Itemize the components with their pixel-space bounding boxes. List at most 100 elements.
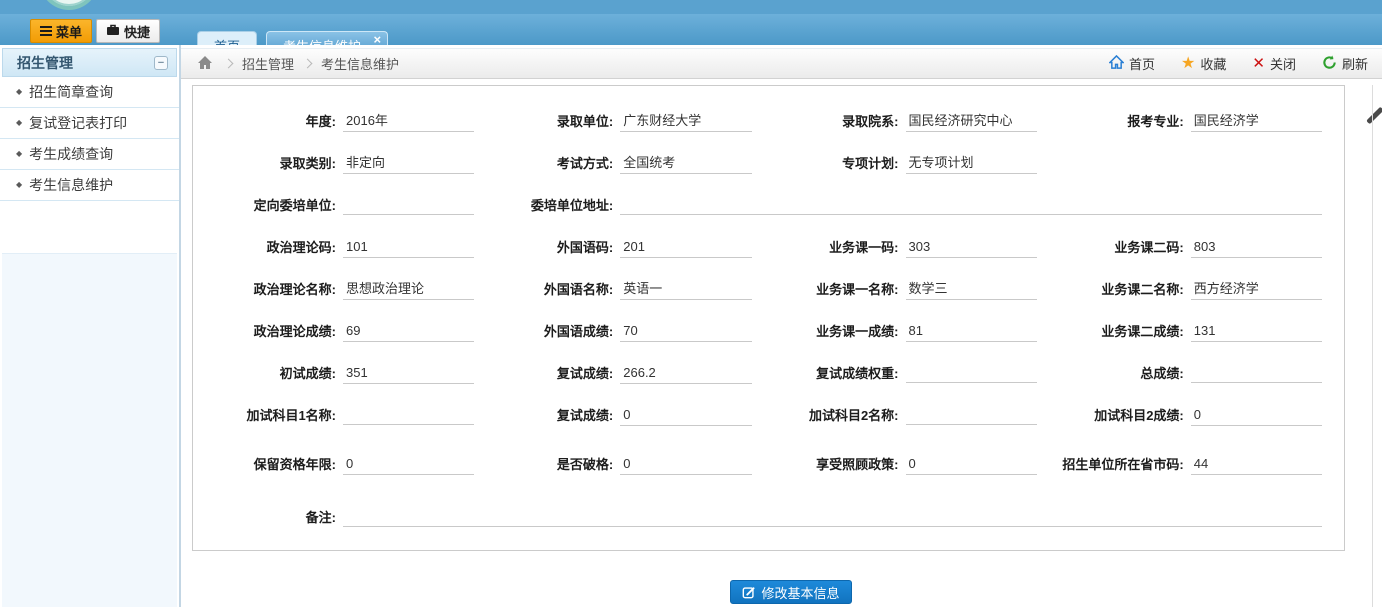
- field-value[interactable]: [343, 406, 474, 425]
- field-label: 外国语名称:: [488, 281, 620, 298]
- breadcrumb-toolbar: 招生管理考生信息维护 首页 ★收藏 ✕关闭 刷新: [181, 48, 1382, 79]
- field-value[interactable]: 非定向: [343, 153, 474, 174]
- field-value[interactable]: 无专项计划: [906, 153, 1037, 174]
- sidebar-item-复试登记表打印[interactable]: ◆ 复试登记表打印: [0, 108, 179, 139]
- field-value[interactable]: 44: [1191, 454, 1322, 475]
- menu-button[interactable]: 菜单: [30, 19, 92, 43]
- field-label: 业务课一码:: [766, 239, 906, 256]
- scroll-edge: [1372, 85, 1373, 607]
- diamond-bullet-icon: ◆: [16, 181, 22, 189]
- field-value[interactable]: 0: [906, 454, 1037, 475]
- form-row: 定向委培单位:委培单位地址:: [193, 184, 1336, 226]
- field-value[interactable]: 101: [343, 237, 474, 258]
- toolbar-star-button[interactable]: ★收藏: [1181, 54, 1226, 73]
- candidate-info-form: 年度:2016年录取单位:广东财经大学录取院系:国民经济研究中心报考专业:国民经…: [192, 85, 1345, 551]
- field-value[interactable]: [1191, 364, 1322, 383]
- field-label: 录取单位:: [488, 113, 620, 130]
- diamond-bullet-icon: ◆: [16, 150, 22, 158]
- field-label: 加试科目2名称:: [766, 407, 906, 424]
- sidebar-group-header[interactable]: 招生管理 −: [2, 48, 177, 77]
- edit-pencil-icon: [742, 585, 756, 599]
- field-label: 保留资格年限:: [193, 456, 343, 473]
- quick-button[interactable]: 快捷: [96, 19, 160, 43]
- sidebar-item-考生成绩查询[interactable]: ◆考生成绩查询: [0, 139, 179, 170]
- field-value[interactable]: 西方经济学: [1191, 279, 1322, 300]
- toolbar-refresh-button[interactable]: 刷新: [1322, 54, 1368, 73]
- sidebar-item-招生简章查询[interactable]: ◆招生简章查询: [0, 77, 179, 108]
- collapse-icon[interactable]: −: [154, 56, 168, 70]
- form-row: 备注:: [193, 492, 1336, 542]
- toolbar-close-button[interactable]: ✕关闭: [1252, 54, 1296, 73]
- sidebar-empty-area: [2, 253, 177, 607]
- page-toolbar: 首页 ★收藏 ✕关闭 刷新: [1109, 54, 1368, 73]
- field-value[interactable]: 303: [906, 237, 1037, 258]
- field-label: 政治理论码:: [193, 239, 343, 256]
- field-label: 年度:: [193, 113, 343, 130]
- field-value[interactable]: 70: [620, 321, 751, 342]
- field-value[interactable]: 266.2: [620, 363, 751, 384]
- sidebar-item-label: 考生信息维护: [29, 175, 113, 195]
- toolbar-label: 收藏: [1200, 54, 1226, 73]
- diamond-bullet-icon: ◆: [16, 119, 22, 127]
- sidebar-item-考生信息维护[interactable]: ◆ 考生信息维护: [0, 170, 179, 201]
- quick-button-label: 快捷: [124, 22, 150, 41]
- diamond-bullet-icon: ◆: [16, 88, 22, 96]
- field-value[interactable]: 0: [343, 454, 474, 475]
- field-value[interactable]: 数学三: [906, 279, 1037, 300]
- menu-list-icon: [40, 24, 52, 38]
- edit-basic-info-button[interactable]: 修改基本信息: [730, 580, 852, 604]
- field-value[interactable]: 803: [1191, 237, 1322, 258]
- toolbar-label: 关闭: [1270, 54, 1296, 73]
- field-value[interactable]: [906, 406, 1037, 425]
- field-label: 录取类别:: [193, 155, 343, 172]
- field-label: 总成绩:: [1051, 365, 1191, 382]
- chevron-right-icon: [303, 59, 313, 69]
- field-label: 备注:: [193, 509, 343, 526]
- field-label: 享受照顾政策:: [766, 456, 906, 473]
- field-value[interactable]: 0: [620, 454, 751, 475]
- field-label: 业务课二成绩:: [1051, 323, 1191, 340]
- field-label: 招生单位所在省市码:: [1051, 456, 1191, 473]
- breadcrumb-item: 招生管理: [242, 54, 294, 73]
- field-value[interactable]: 国民经济研究中心: [906, 111, 1037, 132]
- sidebar-item-label: 复试登记表打印: [29, 113, 127, 133]
- field-label: 报考专业:: [1051, 113, 1191, 130]
- navigation-bar: 菜单 快捷 首页考生信息维护×: [0, 14, 1382, 45]
- chevron-right-icon: [224, 59, 234, 69]
- field-value[interactable]: 69: [343, 321, 474, 342]
- field-value[interactable]: 英语一: [620, 279, 751, 300]
- field-label: 专项计划:: [766, 155, 906, 172]
- menu-button-label: 菜单: [56, 22, 82, 41]
- breadcrumb: 招生管理考生信息维护: [215, 54, 399, 73]
- field-value[interactable]: [906, 364, 1037, 383]
- top-banner: [0, 0, 1382, 14]
- field-value[interactable]: 131: [1191, 321, 1322, 342]
- field-value[interactable]: 81: [906, 321, 1037, 342]
- form-row: 加试科目1名称:复试成绩:0加试科目2名称:加试科目2成绩:0: [193, 394, 1336, 436]
- field-label: 外国语码:: [488, 239, 620, 256]
- field-label: 政治理论名称:: [193, 281, 343, 298]
- sidebar: 招生管理 − ◆招生简章查询◆复试登记表打印◆考生成绩查询◆考生信息维护: [0, 45, 181, 607]
- field-value[interactable]: 广东财经大学: [620, 111, 751, 132]
- field-value[interactable]: 国民经济学: [1191, 111, 1322, 132]
- field-value[interactable]: 全国统考: [620, 153, 751, 174]
- school-logo: [40, 0, 98, 10]
- resize-corner: [1366, 107, 1382, 125]
- field-value[interactable]: [343, 196, 474, 215]
- sidebar-menu: ◆招生简章查询◆复试登记表打印◆考生成绩查询◆考生信息维护: [0, 77, 179, 201]
- field-label: 业务课一名称:: [766, 281, 906, 298]
- form-row: 年度:2016年录取单位:广东财经大学录取院系:国民经济研究中心报考专业:国民经…: [193, 100, 1336, 142]
- field-value[interactable]: 思想政治理论: [343, 279, 474, 300]
- field-value[interactable]: 351: [343, 363, 474, 384]
- field-value[interactable]: 0: [1191, 405, 1322, 426]
- field-value[interactable]: [620, 196, 1322, 215]
- form-row: 初试成绩:351复试成绩:266.2复试成绩权重:总成绩:: [193, 352, 1336, 394]
- toolbar-home-button[interactable]: 首页: [1109, 54, 1155, 73]
- field-value[interactable]: 201: [620, 237, 751, 258]
- field-value[interactable]: 2016年: [343, 111, 474, 132]
- form-row: 政治理论名称:思想政治理论外国语名称:英语一业务课一名称:数学三业务课二名称:西…: [193, 268, 1336, 310]
- refresh-icon: [1322, 55, 1337, 73]
- field-value[interactable]: [343, 508, 1322, 527]
- form-row: 政治理论成绩:69外国语成绩:70业务课一成绩:81业务课二成绩:131: [193, 310, 1336, 352]
- field-value[interactable]: 0: [620, 405, 751, 426]
